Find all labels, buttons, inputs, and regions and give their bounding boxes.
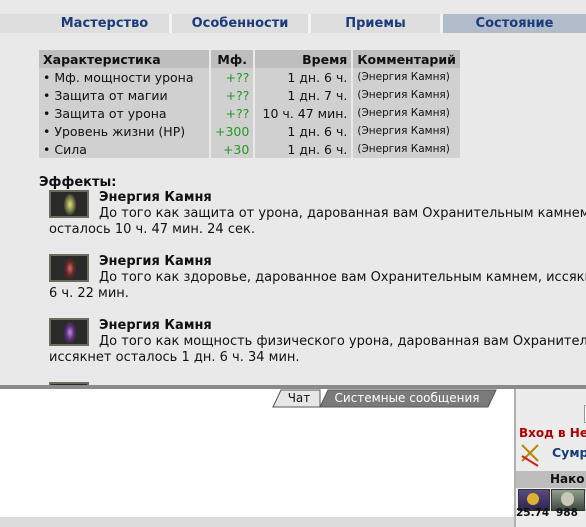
row-mf: +300 xyxy=(208,122,255,140)
location-link[interactable]: Сумр xyxy=(552,445,586,460)
row-comment: (Энергия Камня) xyxy=(351,104,460,122)
col-time: Время xyxy=(253,50,353,68)
row-comment: (Энергия Камня) xyxy=(351,140,460,158)
effect-description: До того как мощность физического урона, … xyxy=(49,334,586,365)
login-text[interactable]: Вход в Не xyxy=(519,426,586,440)
effect-description: До того как защита от урона, дарованная … xyxy=(49,206,586,237)
effect-name: Энергия Камня xyxy=(99,190,212,205)
right-panel: Вход в Не Сумр Нако 25.74 988 xyxy=(514,389,586,527)
row-mf: +?? xyxy=(208,68,255,86)
row-time: 1 дн. 6 ч. xyxy=(253,140,353,158)
effects-title: Эффекты: xyxy=(39,175,117,190)
col-comment: Комментарий xyxy=(351,50,460,68)
row-time: 1 дн. 7 ч. xyxy=(253,86,353,104)
table-row: • Защита от урона +?? 10 ч. 47 мин. (Эне… xyxy=(39,104,460,122)
accumulator-tab[interactable]: Нако xyxy=(516,471,586,488)
effect-name: Энергия Камня xyxy=(99,318,212,333)
row-name: • Защита от урона xyxy=(39,104,210,122)
stats-table: Характеристика Мф. Время Комментарий • М… xyxy=(39,50,460,158)
value-count: 988 xyxy=(556,507,578,519)
row-name: • Уровень жизни (HP) xyxy=(39,122,210,140)
row-time: 1 дн. 6 ч. xyxy=(253,122,353,140)
row-mf: +?? xyxy=(208,104,255,122)
tab-techniques[interactable]: Приемы xyxy=(311,14,440,33)
tab-mastery[interactable]: Мастерство xyxy=(0,14,169,33)
row-time: 10 ч. 47 мин. xyxy=(253,104,353,122)
crossed-swords-icon xyxy=(521,444,539,467)
tab-bar: Мастерство Особенности Приемы Состояние xyxy=(0,14,586,33)
bottom-panel: Чат Системные сообщения Вход в Не Сумр Н… xyxy=(0,389,586,527)
row-comment: (Энергия Камня) xyxy=(351,122,460,140)
table-row: • Сила +30 1 дн. 6 ч. (Энергия Камня) xyxy=(39,140,460,158)
effect-description: До того как здоровье, дарованное вам Охр… xyxy=(49,270,586,301)
row-name: • Защита от магии xyxy=(39,86,210,104)
tab-state[interactable]: Состояние xyxy=(443,14,586,33)
row-mf: +?? xyxy=(208,86,255,104)
col-characteristic: Характеристика xyxy=(39,50,210,68)
tab-chat[interactable]: Чат xyxy=(282,390,316,407)
value-coins: 25.74 xyxy=(516,507,550,519)
toolbar-strip xyxy=(0,517,514,527)
tab-system-messages[interactable]: Системные сообщения xyxy=(326,390,488,407)
row-comment: (Энергия Камня) xyxy=(351,86,460,104)
row-time: 1 дн. 6 ч. xyxy=(253,68,353,86)
tab-features[interactable]: Особенности xyxy=(172,14,308,33)
table-row: • Мф. мощности урона +?? 1 дн. 6 ч. (Эне… xyxy=(39,68,460,86)
row-name: • Сила xyxy=(39,140,210,158)
row-name: • Мф. мощности урона xyxy=(39,68,210,86)
effect-name: Энергия Камня xyxy=(99,254,212,269)
col-mf: Мф. xyxy=(208,50,255,68)
table-row: • Уровень жизни (HP) +300 1 дн. 6 ч. (Эн… xyxy=(39,122,460,140)
chat-area[interactable]: Чат Системные сообщения xyxy=(0,389,514,517)
main-panel: Мастерство Особенности Приемы Состояние … xyxy=(0,0,586,386)
table-row: • Защита от магии +?? 1 дн. 7 ч. (Энерги… xyxy=(39,86,460,104)
table-header-row: Характеристика Мф. Время Комментарий xyxy=(39,50,460,68)
row-mf: +30 xyxy=(208,140,255,158)
row-comment: (Энергия Камня) xyxy=(351,68,460,86)
